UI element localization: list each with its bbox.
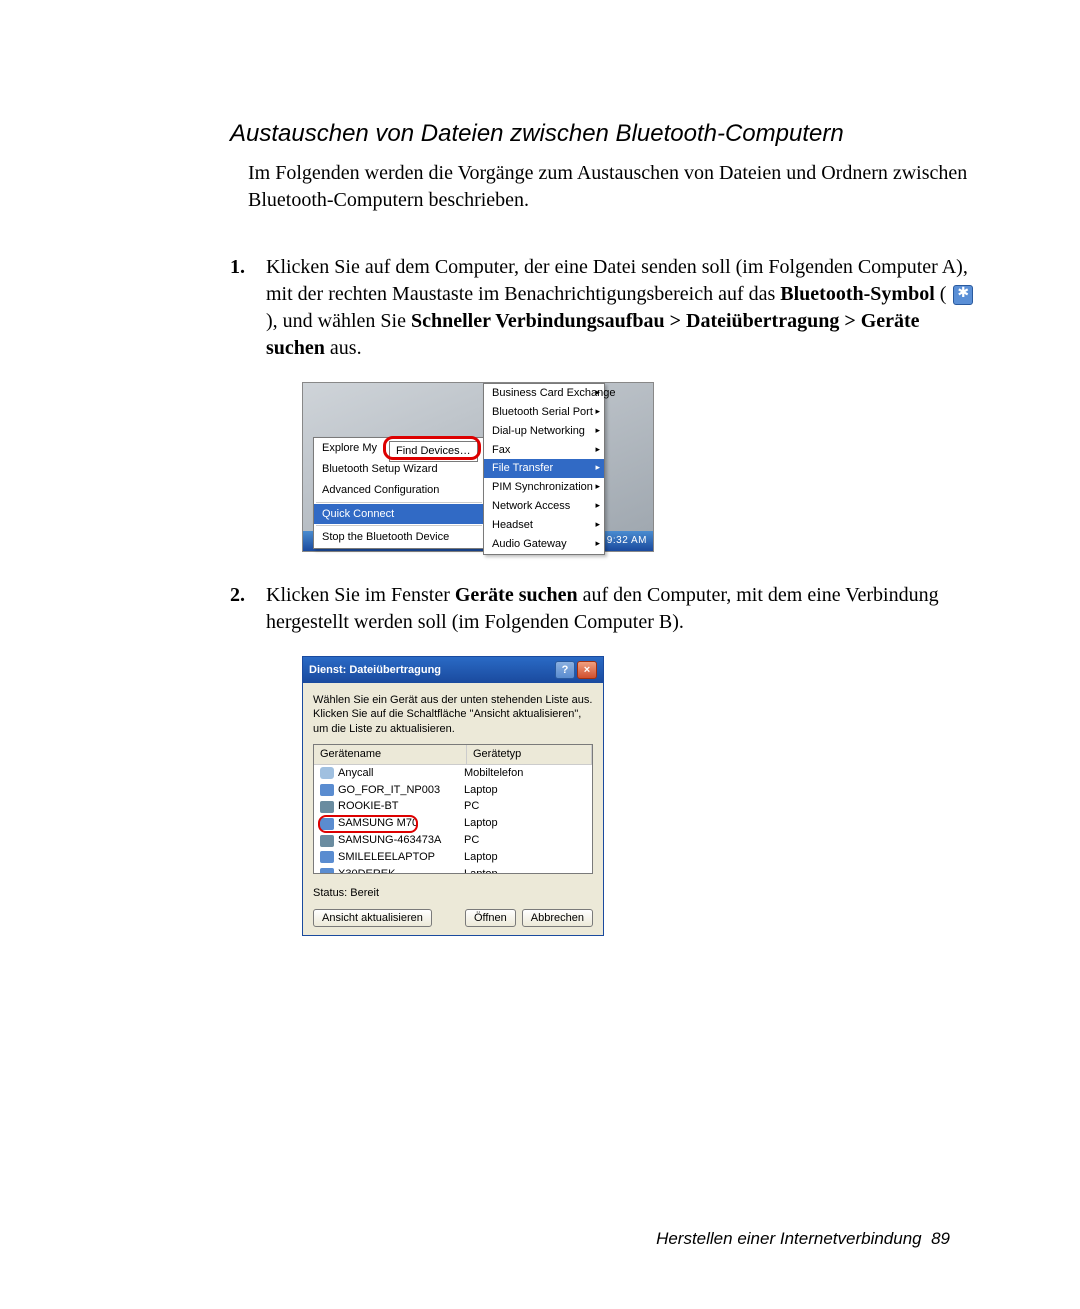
laptop-icon [320,818,334,830]
chevron-right-icon: ▸ [595,518,600,530]
step1-bold-bt: Bluetooth-Symbol [780,283,934,305]
submenu-pim-sync[interactable]: PIM Synchronization▸ [484,478,604,497]
help-button[interactable]: ? [555,661,575,679]
chevron-right-icon: ▸ [595,537,600,549]
dialog-titlebar: Dienst: Dateiübertragung ? × [303,657,603,683]
device-row[interactable]: SMILELEELAPTOPLaptop [314,849,592,866]
submenu-network-access[interactable]: Network Access▸ [484,497,604,516]
step-number: 2. [230,582,245,609]
laptop-icon [320,784,334,796]
find-devices-tooltip[interactable]: Find Devices… [389,441,478,462]
device-row[interactable]: GO_FOR_IT_NP003Laptop [314,782,592,799]
bluetooth-icon [953,285,973,305]
device-name: X30DEREK [338,867,464,874]
quick-connect-submenu: Business Card Exchange▸ Bluetooth Serial… [483,383,605,555]
col-device-type[interactable]: Gerätetyp [467,745,592,764]
chevron-right-icon: ▸ [595,461,600,473]
device-row[interactable]: X30DEREKLaptop [314,866,592,874]
submenu-audio-gateway[interactable]: Audio Gateway▸ [484,535,604,554]
status-text: Status: Bereit [313,886,593,901]
page-footer: Herstellen einer Internetverbindung 89 [656,1229,950,1249]
col-device-name[interactable]: Gerätename [314,745,467,764]
step2-bold: Geräte suchen [455,584,578,606]
taskbar-clock: 9:32 AM [607,534,647,548]
list-header: Gerätename Gerätetyp [314,745,592,765]
pc-icon [320,801,334,813]
menu-setup-wizard[interactable]: Bluetooth Setup Wizard [314,459,484,480]
submenu-headset[interactable]: Headset▸ [484,516,604,535]
phone-icon [320,767,334,779]
device-type: Laptop [464,783,592,798]
screenshot-device-dialog: Dienst: Dateiübertragung ? × Wählen Sie … [302,656,604,936]
screenshot-context-menu: Find Devices… Explore My Bluetooth Setup… [302,382,654,552]
pc-icon [320,835,334,847]
page-number: 89 [931,1229,950,1248]
paren-open: ( [940,283,952,305]
device-row[interactable]: ROOKIE-BTPC [314,798,592,815]
open-button[interactable]: Öffnen [465,909,516,927]
device-name: SAMSUNG-463473A [338,833,464,848]
device-list: Gerätename Gerätetyp AnycallMobiltelefon… [313,744,593,874]
paren-close: ), und wählen Sie [266,310,411,332]
menu-quick-connect[interactable]: Quick Connect [314,504,484,525]
close-button[interactable]: × [577,661,597,679]
submenu-serial-port[interactable]: Bluetooth Serial Port▸ [484,403,604,422]
device-type: PC [464,799,592,814]
device-type: Mobiltelefon [464,766,592,781]
chevron-right-icon: ▸ [595,499,600,511]
device-name: ROOKIE-BT [338,799,464,814]
submenu-dialup[interactable]: Dial-up Networking▸ [484,422,604,441]
chevron-right-icon: ▸ [595,480,600,492]
step-number: 1. [230,254,245,281]
device-row[interactable]: SAMSUNG M70Laptop [314,815,592,832]
submenu-file-transfer[interactable]: File Transfer▸ [484,459,604,478]
device-name: SMILELEELAPTOP [338,850,464,865]
intro-paragraph: Im Folgenden werden die Vorgänge zum Aus… [230,160,980,214]
submenu-fax[interactable]: Fax▸ [484,441,604,460]
device-type: Laptop [464,867,592,874]
step-1: 1. Klicken Sie auf dem Computer, der ein… [230,254,980,552]
laptop-icon [320,868,334,874]
step1-tail: aus. [330,337,362,359]
chevron-right-icon: ▸ [595,424,600,436]
menu-advanced-config[interactable]: Advanced Configuration [314,480,484,501]
step2-text-a: Klicken Sie im Fenster [266,584,455,606]
device-name: GO_FOR_IT_NP003 [338,783,464,798]
device-name: Anycall [338,766,464,781]
dialog-instructions: Wählen Sie ein Gerät aus der unten stehe… [313,693,593,736]
menu-separator [316,502,482,503]
refresh-button[interactable]: Ansicht aktualisieren [313,909,432,927]
device-type: PC [464,833,592,848]
menu-stop-bluetooth[interactable]: Stop the Bluetooth Device [314,527,484,548]
chevron-right-icon: ▸ [595,443,600,455]
device-name: SAMSUNG M70 [338,816,464,831]
chevron-right-icon: ▸ [595,386,600,398]
device-type: Laptop [464,816,592,831]
section-title: Austauschen von Dateien zwischen Bluetoo… [230,120,980,148]
footer-text: Herstellen einer Internetverbindung [656,1229,922,1248]
step-2: 2. Klicken Sie im Fenster Geräte suchen … [230,582,980,936]
submenu-bce[interactable]: Business Card Exchange▸ [484,384,604,403]
chevron-right-icon: ▸ [595,405,600,417]
device-row[interactable]: AnycallMobiltelefon [314,765,592,782]
laptop-icon [320,851,334,863]
device-row[interactable]: SAMSUNG-463473APC [314,832,592,849]
menu-separator [316,525,482,526]
cancel-button[interactable]: Abbrechen [522,909,593,927]
dialog-title: Dienst: Dateiübertragung [309,663,441,678]
device-type: Laptop [464,850,592,865]
